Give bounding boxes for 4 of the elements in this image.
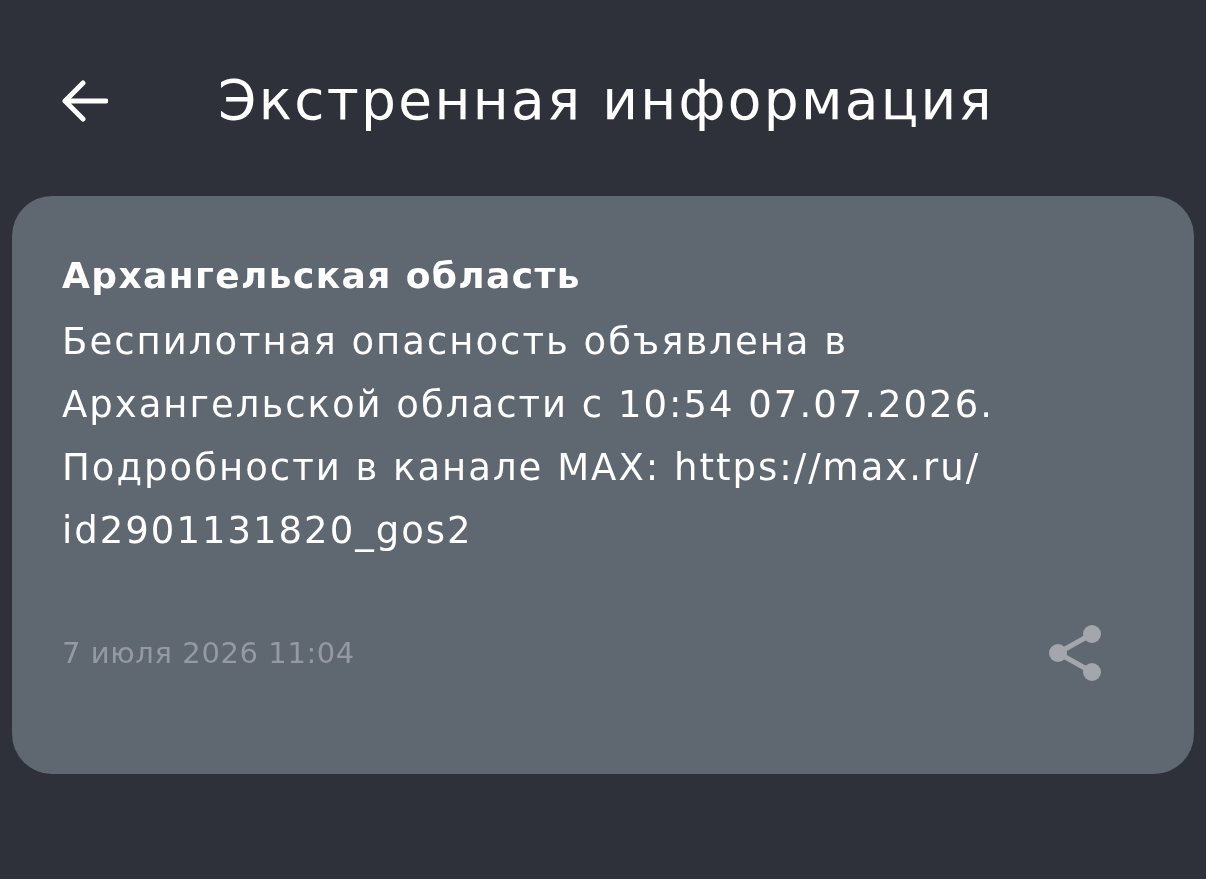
back-arrow-icon[interactable] bbox=[60, 80, 108, 122]
alert-region-title: Архангельская область bbox=[62, 254, 582, 298]
alert-message: Беспилотная опасность объявлена в Архангельской области с 10:54 07.07.2026. Подробности в канале MAX: https://max.ru/id2901131820_gos2 bbox=[62, 319, 995, 554]
screen-title: Экстренная информация bbox=[218, 68, 994, 132]
